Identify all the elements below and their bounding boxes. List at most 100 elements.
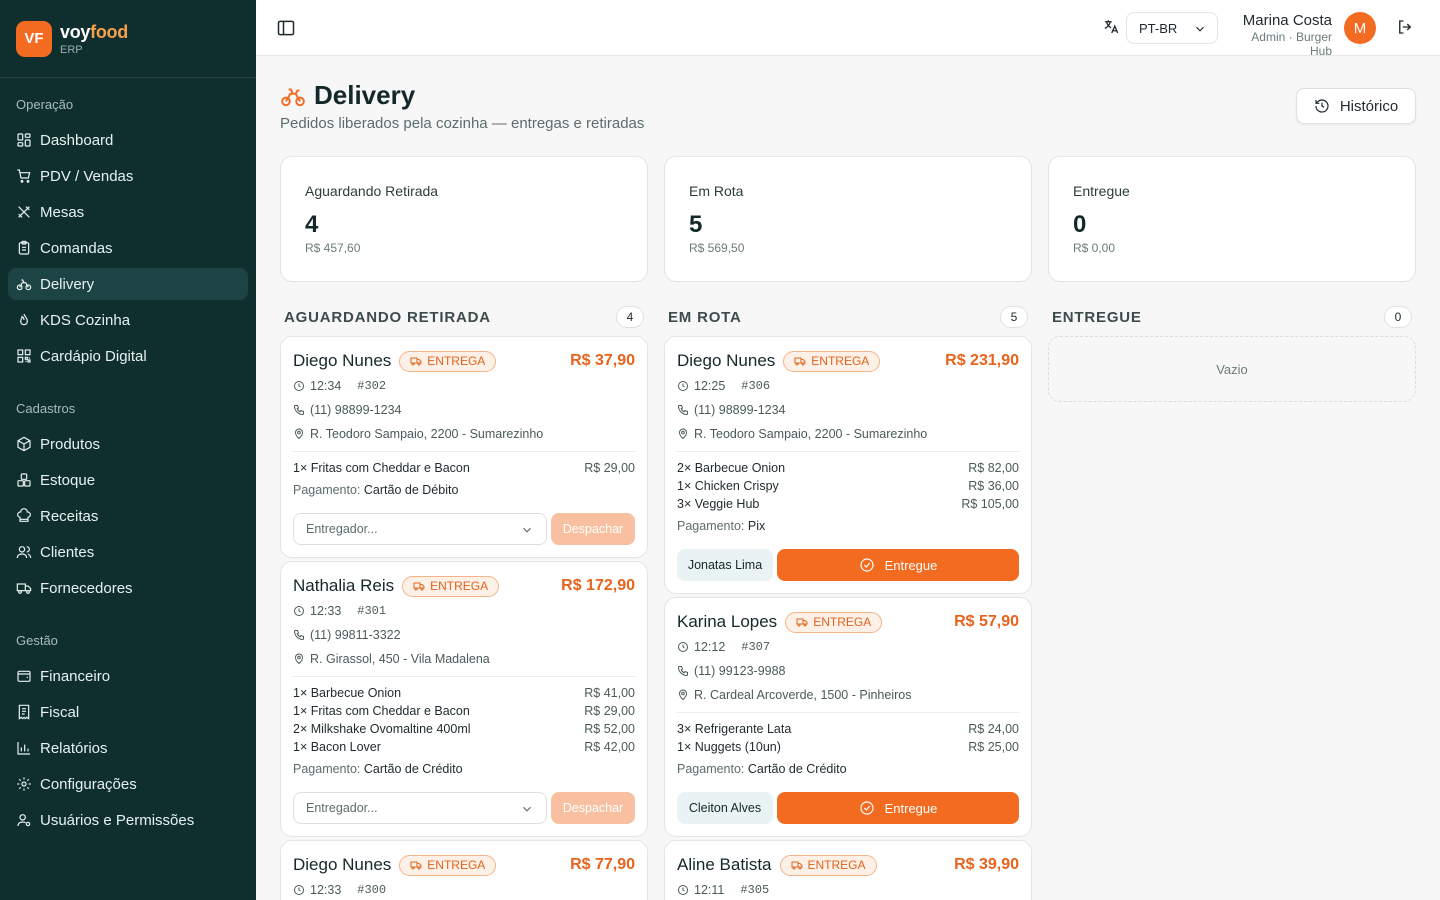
order-time: 12:33 [310,604,342,618]
user-info[interactable]: Marina Costa Admin · Burger Hub [1226,12,1332,58]
order-card[interactable]: Diego Nunes ENTREGA R$ 77,90 12:33 #300 [280,840,648,900]
order-time: 12:25 [694,379,726,393]
sidebar-item-relatorios[interactable]: Relatórios [8,732,248,764]
order-item: 3× Refrigerante Lata R$ 24,00 [677,722,1019,736]
order-card[interactable]: Nathalia Reis ENTREGA R$ 172,90 12:33 #3… [280,561,648,837]
customer-name: Diego Nunes [677,351,776,370]
order-number: #307 [741,640,771,654]
dispatch-button[interactable]: Despachar [551,513,635,545]
sidebar-item-financeiro[interactable]: Financeiro [8,660,248,692]
main-content: Delivery Pedidos liberados pela cozinha … [256,56,1440,900]
empty-state: Vazio [1048,336,1416,402]
sidebar-item-label: Fornecedores [40,579,133,597]
sidebar-item-dashboard[interactable]: Dashboard [8,124,248,156]
order-item: 1× Barbecue Onion R$ 41,00 [293,686,635,700]
sidebar-item-label: Configurações [40,775,137,793]
clock-icon [293,884,310,896]
user-cog-icon [16,812,32,828]
page-subtitle: Pedidos liberados pela cozinha — entrega… [280,115,645,132]
delivery-badge: ENTREGA [783,350,881,372]
delivery-badge: ENTREGA [399,854,497,876]
sidebar-item-configuracoes[interactable]: Configurações [8,768,248,800]
check-circle-icon [859,557,885,573]
customer-phone: (11) 98899-1234 [310,403,402,417]
sidebar-item-receitas[interactable]: Receitas [8,500,248,532]
stat-value: 5 [689,211,703,238]
qr-icon [16,348,32,364]
order-time: 12:11 [694,883,725,897]
chevron-down-icon [520,523,534,537]
sidebar-item-fiscal[interactable]: Fiscal [8,696,248,728]
sidebar-item-delivery[interactable]: Delivery [8,268,248,300]
clipboard-icon [16,240,32,256]
column-waiting: AGUARDANDO RETIRADA 4 [280,306,648,328]
column-count: 5 [1000,306,1028,328]
order-card[interactable]: Diego Nunes ENTREGA R$ 37,90 12:34 #302 … [280,336,648,558]
logout-icon[interactable] [1396,18,1416,38]
column-count: 4 [616,306,644,328]
check-circle-icon [859,800,885,816]
sidebar-toggle-icon[interactable] [276,18,296,38]
divider [293,676,635,677]
column-count: 0 [1384,306,1412,328]
driver-select[interactable]: Entregador... [293,513,547,545]
sidebar-item-label: Delivery [40,275,95,293]
clock-icon [293,605,310,617]
truck-icon [794,355,811,367]
divider [677,712,1019,713]
chevron-down-icon [1193,22,1207,36]
order-time: 12:33 [310,883,342,897]
column-route: EM ROTA 5 [664,306,1032,328]
order-total: R$ 57,90 [954,613,1019,630]
order-item: 3× Veggie Hub R$ 105,00 [677,497,1019,511]
order-card[interactable]: Aline Batista ENTREGA R$ 39,90 12:11 #30… [664,840,1032,900]
stat-label: Em Rota [689,183,744,199]
sidebar-item-fornecedores[interactable]: Fornecedores [8,572,248,604]
stat-value: 0 [1073,211,1087,238]
phone-icon [293,629,310,641]
sidebar-item-label: Comandas [40,239,113,257]
stat-label: Entregue [1073,183,1130,199]
sidebar-item-usuarios-e-permissoes[interactable]: Usuários e Permissões [8,804,248,836]
order-item: 1× Chicken Crispy R$ 36,00 [677,479,1019,493]
boxes-icon [16,472,32,488]
order-total: R$ 172,90 [561,577,635,594]
history-icon [1315,99,1329,113]
sidebar-item-label: KDS Cozinha [40,311,131,329]
dispatch-button[interactable]: Despachar [551,792,635,824]
sidebar-item-kds-cozinha[interactable]: KDS Cozinha [8,304,248,336]
order-total: R$ 231,90 [945,352,1019,369]
sidebar-item-clientes[interactable]: Clientes [8,536,248,568]
mark-delivered-button[interactable]: Entregue [777,792,1019,824]
order-item: 1× Fritas com Cheddar e Bacon R$ 29,00 [293,461,635,475]
sidebar-item-cardapio-digital[interactable]: Cardápio Digital [8,340,248,372]
order-card[interactable]: Karina Lopes ENTREGA R$ 57,90 12:12 #307… [664,597,1032,837]
sidebar-item-label: Dashboard [40,131,114,149]
sidebar-item-comandas[interactable]: Comandas [8,232,248,264]
map-pin-icon [677,428,694,440]
sidebar-item-label: Estoque [40,471,96,489]
clock-icon [677,380,694,392]
sidebar-item-estoque[interactable]: Estoque [8,464,248,496]
order-card[interactable]: Diego Nunes ENTREGA R$ 231,90 12:25 #306… [664,336,1032,594]
mark-delivered-button[interactable]: Entregue [777,549,1019,581]
language-value: PT-BR [1139,20,1178,36]
customer-name: Nathalia Reis [293,576,395,595]
order-number: #300 [357,883,387,897]
driver-chip: Jonatas Lima [677,549,773,581]
divider [293,451,635,452]
phone-icon [293,404,310,416]
users-icon [16,544,32,560]
brand[interactable]: VF voyfood ERP [0,0,256,78]
sidebar-item-pdv-vendas[interactable]: PDV / Vendas [8,160,248,192]
history-button[interactable]: Histórico [1296,88,1416,124]
language-select[interactable]: PT-BR [1126,12,1218,44]
driver-select[interactable]: Entregador... [293,792,547,824]
driver-chip: Cleiton Alves [677,792,773,824]
order-item: 1× Fritas com Cheddar e Bacon R$ 29,00 [293,704,635,718]
stat-amount: R$ 569,50 [689,241,745,255]
column-title: ENTREGUE [1052,308,1142,326]
avatar[interactable]: M [1344,12,1376,44]
sidebar-item-mesas[interactable]: Mesas [8,196,248,228]
sidebar-item-produtos[interactable]: Produtos [8,428,248,460]
